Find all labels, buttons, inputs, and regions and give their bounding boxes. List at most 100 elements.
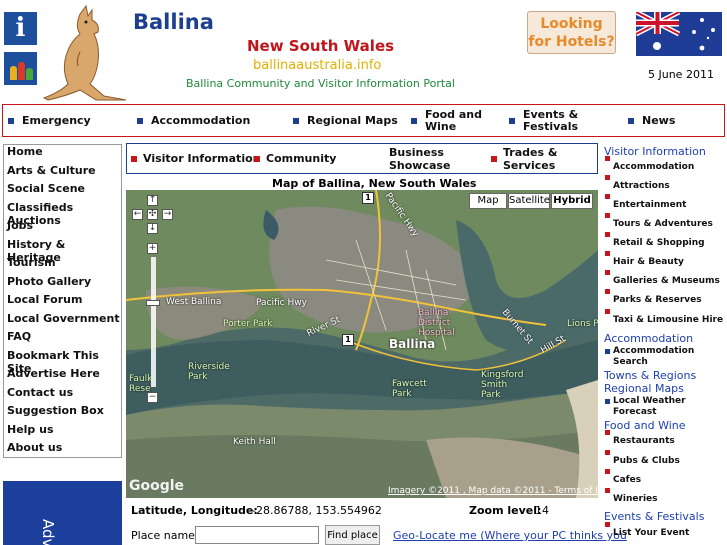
left-menu-item[interactable]: Arts & Culture (4, 164, 121, 183)
right-menu-item[interactable]: Retail & Shopping (605, 232, 705, 249)
left-menu-item[interactable]: History & Heritage (4, 238, 121, 264)
right-menu-item[interactable]: Galleries & Museums (605, 270, 720, 287)
nav-news[interactable]: News (628, 105, 675, 136)
advert-banner[interactable]: Adv (3, 481, 122, 545)
pan-right-icon[interactable]: → (162, 209, 173, 220)
subnav-community[interactable]: Community (254, 144, 336, 173)
site-tagline: Ballina Community and Visitor Informatio… (186, 77, 455, 90)
place-name-label: Place name: (131, 529, 199, 542)
map-type-satellite[interactable]: Satellite (508, 193, 550, 209)
left-menu-item[interactable]: Local Government (4, 312, 121, 331)
nav-label: Regional Maps (307, 113, 398, 127)
left-menu-item[interactable]: Contact us (4, 386, 121, 405)
right-menu-item[interactable]: Accommodation (605, 156, 694, 173)
left-menu-item[interactable]: About us (4, 441, 121, 460)
left-menu-item[interactable]: Help us (4, 423, 121, 442)
hotels-button[interactable]: Looking for Hotels? (527, 11, 616, 54)
find-place-button[interactable]: Find place (325, 525, 380, 545)
bullet-icon (605, 349, 610, 354)
nav-food-and-wine[interactable]: Food and Wine (411, 105, 485, 136)
bullet-icon (605, 430, 610, 435)
bullet-icon (509, 117, 515, 124)
pan-up-icon[interactable]: ↑ (147, 195, 158, 206)
zoom-slider-handle[interactable] (146, 300, 160, 306)
nav-events-festivals[interactable]: Events & Festivals (509, 105, 587, 136)
right-menu-item[interactable]: Pubs & Clubs (605, 450, 680, 467)
right-menu-item[interactable]: Local Weather Forecast (605, 396, 703, 418)
pan-down-icon[interactable]: ↓ (147, 223, 158, 234)
map-credits[interactable]: Imagery ©2011 , Map data ©2011 - Terms o… (388, 486, 598, 496)
pan-left-icon[interactable]: ← (132, 209, 143, 220)
left-menu-item[interactable]: Home (4, 145, 121, 164)
map-label: Kingsford Smith Park (481, 370, 524, 400)
nav-regional-maps[interactable]: Regional Maps (293, 105, 398, 136)
right-item-label: Galleries & Museums (613, 276, 720, 286)
right-menu-item[interactable]: Wineries (605, 488, 658, 505)
subnav-visitor-information[interactable]: Visitor Information (131, 144, 260, 173)
site-domain[interactable]: ballinaaustralia.info (253, 58, 381, 73)
left-menu-item[interactable]: Bookmark This Site (4, 349, 121, 375)
right-item-label: Retail & Shopping (613, 238, 705, 248)
right-menu-item[interactable]: List Your Event (605, 522, 689, 539)
map-label: Lions P (567, 319, 598, 329)
right-menu-item[interactable]: Attractions (605, 175, 670, 192)
right-menu-item[interactable]: Restaurants (605, 430, 675, 447)
left-menu-item[interactable]: Photo Gallery (4, 275, 121, 294)
zoom-slider-icon[interactable] (151, 257, 156, 387)
left-menu-item[interactable]: Classifieds Auctions (4, 201, 121, 227)
left-menu-item[interactable]: Local Forum (4, 293, 121, 312)
map-type-map[interactable]: Map (469, 193, 507, 209)
right-heading[interactable]: Visitor Information (604, 145, 706, 158)
map-view[interactable]: Map Satellite Hybrid ↑ ← ✣ → ↓ + − West … (126, 190, 598, 498)
pan-center-icon[interactable]: ✣ (147, 209, 158, 220)
bullet-icon (605, 309, 610, 314)
right-menu-item[interactable]: Hair & Beauty (605, 251, 684, 268)
kangaroo-logo[interactable] (40, 4, 130, 102)
right-heading[interactable]: Food and Wine (604, 419, 686, 432)
left-menu-item[interactable]: Social Scene (4, 182, 121, 201)
subnav-label: Business Showcase (389, 145, 451, 172)
latlon-label: Latitude, Longitude: (131, 504, 258, 517)
left-menu-item[interactable]: Tourism (4, 256, 121, 275)
map-label: West Ballina (166, 297, 222, 307)
zoom-value: 14 (535, 504, 549, 517)
map-label: Pacific Hwy (256, 298, 307, 308)
geo-locate-link[interactable]: Geo-Locate me (Where your PC thinks you (393, 529, 627, 542)
left-menu: Home Arts & Culture Social Scene Classif… (3, 144, 122, 458)
map-type-hybrid[interactable]: Hybrid (551, 193, 593, 209)
bullet-icon (605, 289, 610, 294)
family-icon[interactable] (4, 52, 37, 85)
bullet-icon (605, 251, 610, 256)
left-menu-item[interactable]: FAQ (4, 330, 121, 349)
right-menu-item[interactable]: Entertainment (605, 194, 687, 211)
left-menu-item[interactable]: Advertise Here (4, 367, 121, 386)
right-item-label: Accommodation Search (613, 346, 695, 367)
right-item-label: Cafes (613, 475, 642, 485)
map-label: Ballina District Hospital (418, 308, 455, 338)
left-menu-item[interactable]: Suggestion Box (4, 404, 121, 423)
bullet-icon (605, 194, 610, 199)
right-heading[interactable]: Regional Maps (604, 382, 684, 395)
subnav-business-showcase[interactable]: Business Showcase (377, 144, 453, 173)
right-menu-item[interactable]: Cafes (605, 469, 642, 486)
zoom-in-icon[interactable]: + (147, 243, 158, 254)
right-menu-item[interactable]: Taxi & Limousine Hire (605, 309, 723, 326)
place-name-input[interactable] (195, 526, 319, 544)
right-menu-item[interactable]: Parks & Reserves (605, 289, 702, 306)
nav-label: Emergency (22, 113, 91, 127)
right-heading[interactable]: Events & Festivals (604, 510, 704, 523)
right-menu-item[interactable]: Tours & Adventures (605, 213, 713, 230)
google-logo[interactable]: Google (129, 478, 184, 494)
sub-nav: Visitor Information Community Business S… (126, 143, 598, 174)
left-menu-item[interactable]: Jobs (4, 219, 121, 238)
subnav-trades-services[interactable]: Trades & Services (491, 144, 567, 173)
info-icon[interactable]: i (4, 12, 37, 45)
right-menu-item[interactable]: Accommodation Search (605, 346, 703, 368)
right-item-label: Entertainment (613, 200, 687, 210)
nav-label: Events & Festivals (523, 107, 579, 133)
right-heading[interactable]: Towns & Regions (604, 369, 696, 382)
nav-emergency[interactable]: Emergency (8, 105, 91, 136)
nav-accommodation[interactable]: Accommodation (137, 105, 250, 136)
right-heading[interactable]: Accommodation (604, 332, 693, 345)
bullet-icon (605, 469, 610, 474)
